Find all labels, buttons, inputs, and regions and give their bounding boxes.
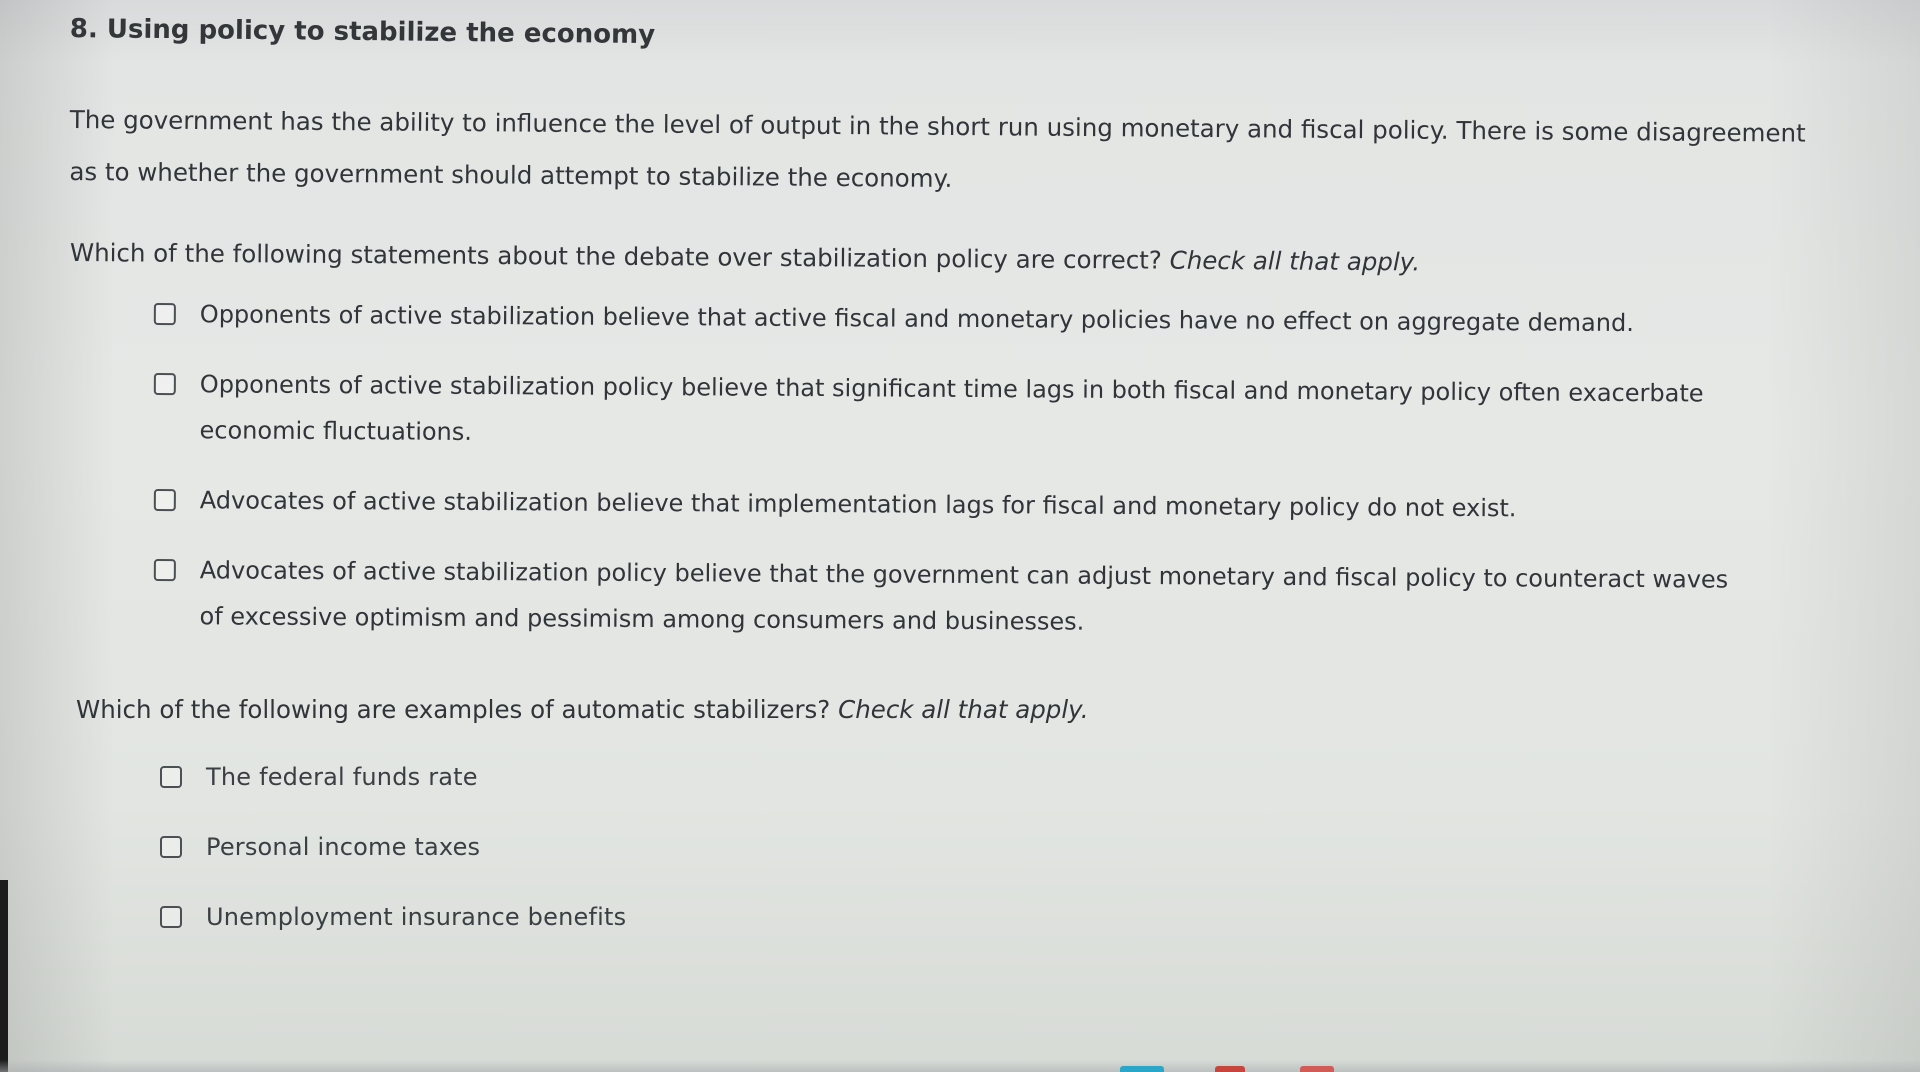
part1-hint: Check all that apply.: [1169, 245, 1421, 277]
checkbox[interactable]: [160, 836, 182, 858]
question-title: 8. Using policy to stabilize the economy: [69, 14, 656, 51]
option-label: Personal income taxes: [206, 833, 481, 861]
option-label: Advocates of active stabilization believ…: [199, 486, 1517, 523]
checkbox[interactable]: [153, 558, 176, 582]
part2-option-2[interactable]: Personal income taxes: [160, 824, 1850, 870]
part1-prompt-text: Which of the following statements about …: [69, 238, 1162, 275]
option-label: Opponents of active stabilization believ…: [199, 300, 1634, 338]
taskbar-edge: [0, 1060, 1920, 1072]
option-label: Unemployment insurance benefits: [206, 903, 627, 931]
question-intro: The government has the ability to influe…: [69, 104, 1806, 193]
part2-option-3[interactable]: Unemployment insurance benefits: [160, 894, 1850, 940]
checkbox[interactable]: [153, 372, 176, 396]
taskbar-app-icon: [1120, 1066, 1164, 1072]
checkbox[interactable]: [160, 766, 182, 788]
part2-prompt-text: Which of the following are examples of a…: [76, 695, 831, 724]
part1-option-1[interactable]: Opponents of active stabilization believ…: [153, 291, 1794, 347]
option-label: The federal funds rate: [206, 763, 478, 791]
part2-option-1[interactable]: The federal funds rate: [160, 754, 1850, 800]
part1-option-4[interactable]: Advocates of active stabilization policy…: [153, 547, 1740, 649]
checkbox[interactable]: [153, 488, 176, 512]
question-panel: 8. Using policy to stabilize the economy…: [69, 14, 1850, 964]
taskbar-app-icon: [1215, 1066, 1245, 1072]
part2-prompt: Which of the following are examples of a…: [76, 695, 1850, 724]
checkbox[interactable]: [153, 302, 176, 326]
option-label: Advocates of active stabilization policy…: [199, 556, 1729, 636]
option-label: Opponents of active stabilization policy…: [199, 370, 1704, 446]
taskbar-app-icon: [1300, 1066, 1334, 1072]
monitor-bezel: [0, 880, 8, 1072]
part1-options: Opponents of active stabilization believ…: [153, 291, 1794, 639]
part1-option-2[interactable]: Opponents of active stabilization policy…: [153, 361, 1760, 463]
part2-hint: Check all that apply.: [838, 695, 1089, 724]
checkbox[interactable]: [160, 906, 182, 928]
part1-option-3[interactable]: Advocates of active stabilization believ…: [153, 477, 1794, 533]
part1-prompt: Which of the following statements about …: [70, 238, 1850, 279]
part2-options: The federal funds rate Personal income t…: [160, 754, 1850, 940]
